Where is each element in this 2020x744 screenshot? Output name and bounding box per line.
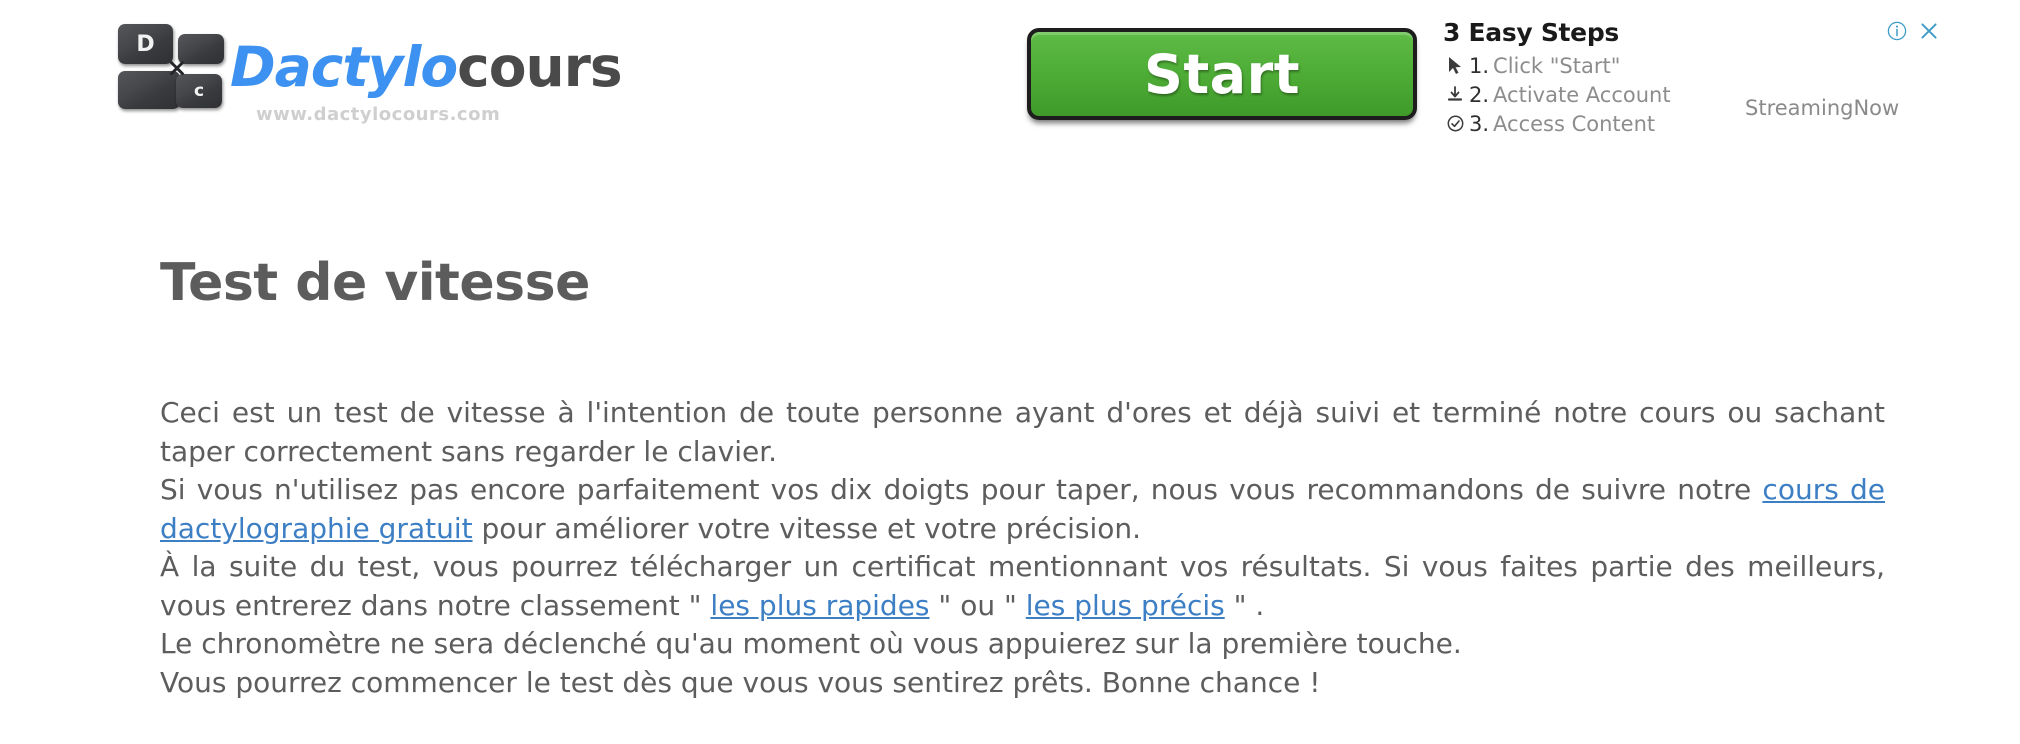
ad-step-2: 2. Activate Account bbox=[1443, 80, 1743, 109]
check-circle-icon bbox=[1443, 113, 1467, 135]
logo-key-d: D bbox=[118, 24, 173, 64]
logo-wordmark: Dactylocours bbox=[230, 40, 623, 95]
intro-p2-after: pour améliorer votre vitesse et votre pr… bbox=[472, 511, 1142, 545]
ad-step-3-number: 3. bbox=[1469, 111, 1490, 136]
ad-step-1: 1. Click "Start" bbox=[1443, 51, 1743, 80]
ad-start-button[interactable]: Start bbox=[1027, 28, 1417, 120]
ad-step-1-number: 1. bbox=[1469, 53, 1490, 78]
intro-p3-after: " . bbox=[1224, 588, 1265, 622]
ad-step-2-label: Activate Account bbox=[1493, 82, 1671, 107]
advertisement-banner[interactable]: Start 3 Easy Steps 1. Click "Start" 2. A… bbox=[1015, 0, 1975, 168]
intro-paragraph-1: Ceci est un test de vitesse à l'intentio… bbox=[160, 396, 1885, 468]
ad-close-icon[interactable] bbox=[1918, 20, 1940, 42]
logo-key-c-label: c bbox=[193, 81, 205, 101]
download-icon bbox=[1443, 84, 1467, 106]
intro-p2-before: Si vous n'utilisez pas encore parfaiteme… bbox=[160, 473, 1763, 507]
logo-cross-icon: × bbox=[166, 53, 188, 82]
site-logo[interactable]: D c × Dactylocours www.dactylocours.com bbox=[118, 22, 678, 142]
intro-paragraph-4: Le chronomètre ne sera déclenché qu'au m… bbox=[160, 627, 1462, 661]
ad-advertiser-name: StreamingNow bbox=[1745, 96, 1900, 120]
logo-keys-graphic: D c × bbox=[118, 24, 224, 116]
ad-start-button-label: Start bbox=[1143, 42, 1301, 106]
ad-steps-title: 3 Easy Steps bbox=[1443, 18, 1620, 47]
intro-paragraph-5: Vous pourrez commencer le test dès que v… bbox=[160, 665, 1321, 699]
cursor-arrow-icon bbox=[1443, 55, 1467, 77]
logo-wordmark-cours: cours bbox=[457, 35, 622, 99]
page-title: Test de vitesse bbox=[160, 253, 590, 313]
ad-info-icon[interactable] bbox=[1886, 20, 1908, 42]
ad-step-3-label: Access Content bbox=[1493, 111, 1656, 136]
intro-paragraph-3: À la suite du test, vous pourrez télécha… bbox=[160, 548, 1885, 625]
logo-key-d-label: D bbox=[136, 31, 155, 57]
ad-step-3: 3. Access Content bbox=[1443, 109, 1743, 138]
ad-step-1-label: Click "Start" bbox=[1493, 53, 1621, 78]
intro-paragraph-2: Si vous n'utilisez pas encore parfaiteme… bbox=[160, 471, 1885, 548]
ad-controls bbox=[1886, 20, 1940, 42]
main-content: Test de vitesse Ceci est un test de vite… bbox=[160, 253, 1885, 702]
link-most-accurate-ranking[interactable]: les plus précis bbox=[1026, 589, 1225, 622]
logo-wordmark-dactylo: Dactylo bbox=[230, 35, 458, 99]
logo-url: www.dactylocours.com bbox=[256, 104, 501, 125]
intro-p3-middle: " ou " bbox=[929, 588, 1026, 622]
intro-text-block: Ceci est un test de vitesse à l'intentio… bbox=[160, 394, 1885, 702]
ad-step-2-number: 2. bbox=[1469, 82, 1490, 107]
link-fastest-ranking[interactable]: les plus rapides bbox=[710, 589, 929, 622]
ad-steps-list: 3 Easy Steps 1. Click "Start" 2. Activat… bbox=[1443, 18, 1743, 138]
page-header: D c × Dactylocours www.dactylocours.com … bbox=[0, 0, 2020, 180]
